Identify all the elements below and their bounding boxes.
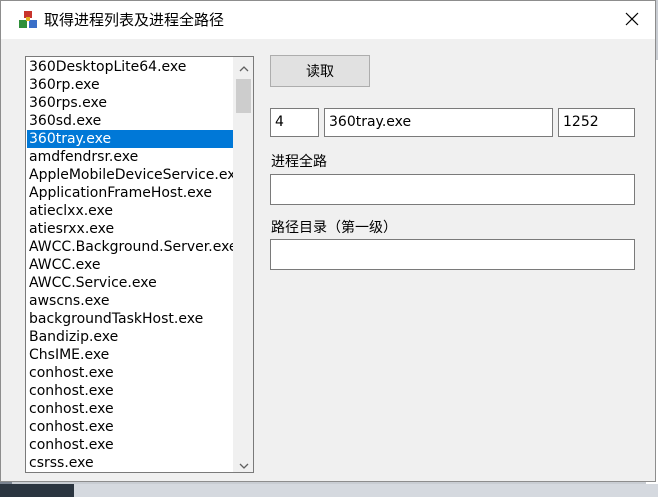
full-path-label: 进程全路 <box>271 154 327 170</box>
close-icon <box>625 11 639 30</box>
list-item[interactable]: 360rp.exe <box>27 76 235 94</box>
listbox-scrollbar[interactable] <box>233 57 253 472</box>
scroll-down-button[interactable] <box>234 454 253 472</box>
list-item[interactable]: ChsIME.exe <box>27 346 235 364</box>
pid-field[interactable]: 1252 <box>558 108 635 137</box>
background-window-fragment <box>0 484 74 497</box>
read-button[interactable]: 读取 <box>270 55 370 87</box>
list-item[interactable]: conhost.exe <box>27 364 235 382</box>
index-field[interactable]: 4 <box>270 108 319 137</box>
background-taskbar <box>0 484 658 497</box>
list-item[interactable]: 360rps.exe <box>27 94 235 112</box>
list-item[interactable]: atieclxx.exe <box>27 202 235 220</box>
list-item[interactable]: Bandizip.exe <box>27 328 235 346</box>
list-item[interactable]: ApplicationFrameHost.exe <box>27 184 235 202</box>
list-item[interactable]: backgroundTaskHost.exe <box>27 310 235 328</box>
list-item[interactable]: conhost.exe <box>27 418 235 436</box>
list-item[interactable]: 360sd.exe <box>27 112 235 130</box>
list-item[interactable]: amdfendrsr.exe <box>27 148 235 166</box>
scroll-thumb[interactable] <box>236 79 251 113</box>
window-title: 取得进程列表及进程全路径 <box>44 11 225 29</box>
list-item[interactable]: 360DesktopLite64.exe <box>27 58 235 76</box>
process-listbox[interactable]: 360DesktopLite64.exe 360rp.exe 360rps.exe 3… <box>25 56 254 473</box>
list-item[interactable]: 360tray.exe <box>27 130 235 148</box>
chevron-up-icon <box>239 57 249 76</box>
list-item[interactable]: AWCC.Service.exe <box>27 274 235 292</box>
list-item[interactable]: conhost.exe <box>27 400 235 418</box>
scroll-up-button[interactable] <box>234 57 253 75</box>
full-path-field[interactable] <box>270 174 635 205</box>
app-cubes-icon <box>18 10 38 30</box>
chevron-down-icon <box>239 454 249 473</box>
list-item[interactable]: conhost.exe <box>27 382 235 400</box>
list-item[interactable]: atiesrxx.exe <box>27 220 235 238</box>
list-item[interactable]: AWCC.exe <box>27 256 235 274</box>
list-item[interactable]: AppleMobileDeviceService.exe <box>27 166 244 184</box>
dir-label: 路径目录（第一级） <box>271 220 397 236</box>
list-item[interactable]: conhost.exe <box>27 436 235 454</box>
list-item[interactable]: csrss.exe <box>27 454 235 472</box>
close-button[interactable] <box>609 1 655 39</box>
process-name-field[interactable]: 360tray.exe <box>324 108 553 137</box>
title-bar: 取得进程列表及进程全路径 <box>1 1 655 39</box>
list-item[interactable]: AWCC.Background.Server.exe <box>27 238 238 256</box>
process-list-items: 360DesktopLite64.exe 360rp.exe 360rps.exe 3… <box>27 58 244 472</box>
dir-field[interactable] <box>270 239 635 270</box>
main-window: 取得进程列表及进程全路径 360DesktopLite64.exe 360rp.e… <box>0 0 656 482</box>
list-item[interactable]: awscns.exe <box>27 292 235 310</box>
